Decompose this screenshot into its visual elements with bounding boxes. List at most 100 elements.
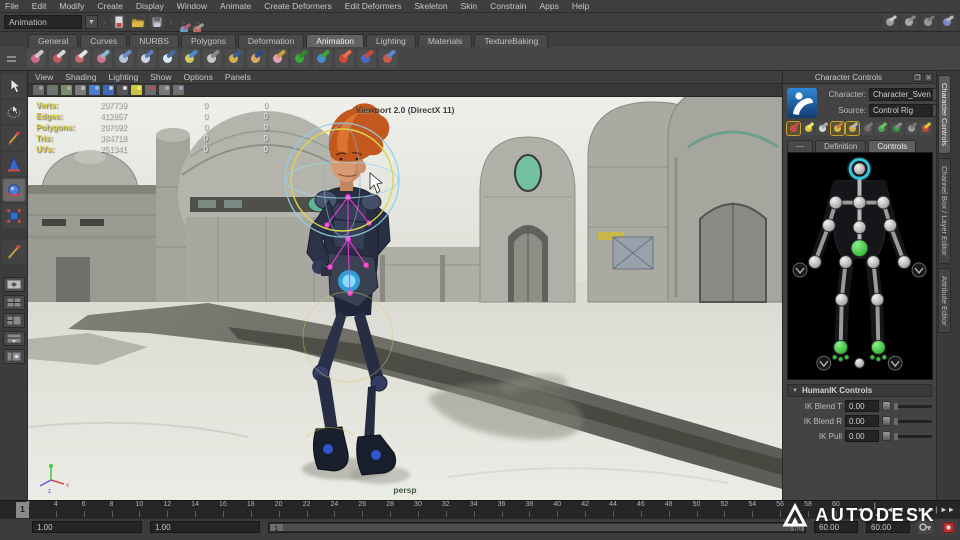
- layout-single-pane-button[interactable]: [2, 277, 25, 292]
- float-panel-icon[interactable]: ❐: [913, 72, 922, 82]
- timeline-tick[interactable]: 36: [488, 501, 516, 518]
- viewport-menu-item[interactable]: Panels: [225, 72, 251, 82]
- transport-button[interactable]: ►►: [940, 505, 955, 514]
- timeline-tick[interactable]: 20: [265, 501, 293, 518]
- timeline-tick[interactable]: 46: [627, 501, 655, 518]
- menu-item[interactable]: Skeleton: [414, 1, 447, 11]
- character-controls-tab[interactable]: Controls: [868, 140, 917, 152]
- rotate-tool[interactable]: [1, 178, 26, 202]
- shelf-item-icon[interactable]: [137, 49, 156, 68]
- shelf-item-icon[interactable]: [181, 49, 200, 68]
- rig-expand-buttons[interactable]: [792, 262, 927, 371]
- shelf-tab[interactable]: Deformation: [237, 34, 305, 47]
- viewport-toolbar-icon[interactable]: [117, 85, 128, 95]
- save-scene-icon[interactable]: [148, 14, 165, 30]
- shelf-menu-icon[interactable]: [4, 49, 18, 69]
- layout-four-pane-button[interactable]: [2, 295, 25, 310]
- keyable-state-icon[interactable]: [882, 431, 891, 441]
- viewport-menu-item[interactable]: Shading: [65, 72, 96, 82]
- timeline-ruler[interactable]: 2 4 6 8 10 12: [0, 501, 856, 518]
- menu-item[interactable]: Edit Deformers: [345, 1, 402, 11]
- character-rig-view[interactable]: [787, 152, 933, 380]
- timeline-tick[interactable]: 26: [348, 501, 376, 518]
- close-panel-icon[interactable]: ✕: [924, 72, 933, 82]
- shelf-item-icon[interactable]: [269, 49, 288, 68]
- timeline-tick[interactable]: 30: [404, 501, 432, 518]
- timeline-tick[interactable]: 10: [125, 501, 153, 518]
- viewport-toolbar-icon[interactable]: [173, 85, 184, 95]
- viewport-toolbar-icon[interactable]: [89, 85, 100, 95]
- shelf-item-icon[interactable]: [357, 49, 376, 68]
- menu-item[interactable]: Window: [177, 1, 207, 11]
- range-bar[interactable]: 1 60: [270, 523, 804, 533]
- scale-tool[interactable]: [1, 204, 26, 228]
- source-select-dropdown[interactable]: Control Rig: [869, 104, 932, 117]
- timeline-tick[interactable]: 52: [710, 501, 738, 518]
- sidebar-tab[interactable]: Character Controls: [938, 75, 951, 154]
- menu-set-dropdown[interactable]: Animation: [4, 15, 82, 29]
- ik-value-field[interactable]: 0.00: [845, 415, 879, 427]
- menu-item[interactable]: Create: [97, 1, 123, 11]
- timeline-tick[interactable]: 14: [181, 501, 209, 518]
- timeline-tick[interactable]: 8: [98, 501, 126, 518]
- shelf-item-icon[interactable]: [159, 49, 178, 68]
- sidebar-toggle-icon[interactable]: [883, 14, 899, 30]
- ik-value-slider[interactable]: [894, 432, 932, 440]
- character-controls-toolbar-icon[interactable]: [904, 122, 918, 135]
- humanik-controls-section-header[interactable]: ▼ HumanIK Controls: [787, 384, 932, 397]
- viewport-3d-scene[interactable]: Verts: 207739 0 0 Edges: 412857 0 0 Poly…: [28, 97, 782, 500]
- viewport-toolbar-icon[interactable]: [145, 85, 156, 95]
- shelf-item-icon[interactable]: [49, 49, 68, 68]
- character-controls-toolbar-icon[interactable]: [786, 121, 801, 136]
- open-scene-icon[interactable]: [129, 14, 146, 30]
- timeline-tick[interactable]: 24: [320, 501, 348, 518]
- menu-item[interactable]: Modify: [59, 1, 84, 11]
- sidebar-tab[interactable]: Attribute Editor: [938, 267, 951, 334]
- statusline-divider-icon[interactable]: ›: [168, 18, 175, 27]
- shelf-item-icon[interactable]: [71, 49, 90, 68]
- timeline-tick[interactable]: 28: [376, 501, 404, 518]
- viewport-menu-item[interactable]: Options: [184, 72, 213, 82]
- layout-split-top-button[interactable]: [2, 331, 25, 346]
- lasso-tool[interactable]: [1, 100, 26, 124]
- shelf-item-icon[interactable]: [291, 49, 310, 68]
- character-controls-toolbar-icon[interactable]: [801, 122, 815, 135]
- timeline-tick[interactable]: 6: [70, 501, 98, 518]
- menu-item[interactable]: Edit: [32, 1, 47, 11]
- viewport-toolbar-icon[interactable]: [159, 85, 170, 95]
- timeline-tick[interactable]: 32: [432, 501, 460, 518]
- character-controls-toolbar-icon[interactable]: [919, 122, 933, 135]
- keyable-state-icon[interactable]: [882, 416, 891, 426]
- timeline-tick[interactable]: 48: [655, 501, 683, 518]
- menu-item[interactable]: Animate: [220, 1, 251, 11]
- timeline-tick[interactable]: 38: [515, 501, 543, 518]
- shelf-tab[interactable]: TextureBaking: [474, 34, 549, 47]
- menu-item[interactable]: Create Deformers: [264, 1, 332, 11]
- shelf-tab[interactable]: Polygons: [180, 34, 236, 47]
- ik-value-field[interactable]: 0.00: [845, 400, 879, 412]
- viewport-menu-item[interactable]: Show: [150, 72, 171, 82]
- shelf-tab[interactable]: NURBS: [129, 34, 179, 47]
- sidebar-toggle-icon[interactable]: [921, 14, 937, 30]
- viewport-menu-item[interactable]: View: [35, 72, 53, 82]
- timeline-tick[interactable]: 34: [460, 501, 488, 518]
- menu-set-dropdown-arrow-icon[interactable]: ▼: [85, 15, 98, 29]
- viewport-toolbar-icon[interactable]: [47, 85, 58, 95]
- character-controls-toolbar-icon[interactable]: [816, 122, 830, 135]
- shelf-tab[interactable]: Curves: [80, 34, 128, 47]
- ik-value-slider[interactable]: [894, 402, 932, 410]
- character-controls-tab[interactable]: —: [787, 140, 813, 152]
- shelf-item-icon[interactable]: [27, 49, 46, 68]
- new-scene-icon[interactable]: [110, 14, 127, 30]
- ik-value-slider[interactable]: [894, 417, 932, 425]
- shelf-item-icon[interactable]: [93, 49, 112, 68]
- timeline-tick[interactable]: 50: [683, 501, 711, 518]
- last-tool[interactable]: [1, 240, 26, 264]
- character-controls-toolbar-icon[interactable]: [860, 122, 874, 135]
- select-tool[interactable]: [1, 74, 26, 98]
- keyable-state-icon[interactable]: [882, 401, 891, 411]
- shelf-item-icon[interactable]: [203, 49, 222, 68]
- shelf-tab[interactable]: Lighting: [366, 34, 416, 47]
- shelf-tab[interactable]: General: [28, 34, 79, 47]
- character-controls-toolbar-icon[interactable]: [875, 122, 888, 135]
